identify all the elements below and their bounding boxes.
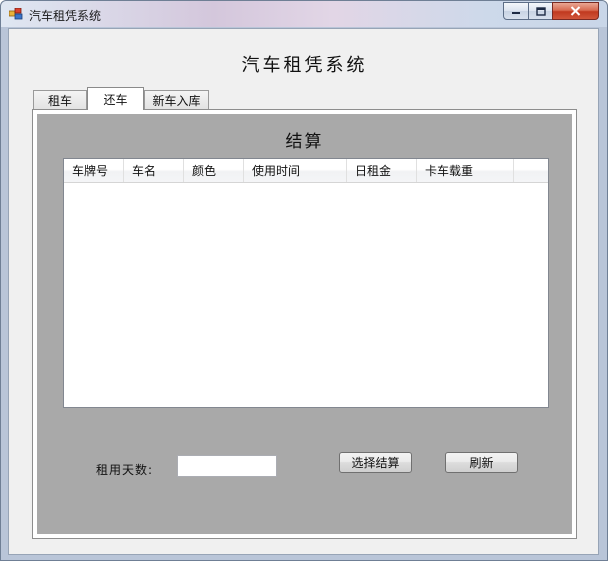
app-heading: 汽车租凭系统	[241, 55, 368, 76]
app-window: 汽车租凭系统 汽车租凭系统 租车 还车 新车入库 结算 车牌号 车名 颜色 使用…	[0, 0, 608, 561]
maximize-button[interactable]	[528, 2, 553, 20]
maximize-icon	[535, 6, 546, 16]
tab-return[interactable]: 还车	[87, 87, 144, 110]
select-settle-button[interactable]: 选择结算	[339, 452, 412, 473]
list-header: 车牌号 车名 颜色 使用时间 日租金 卡车载重	[64, 159, 548, 183]
column-header-plate[interactable]: 车牌号	[64, 159, 124, 182]
return-tab-page: 结算 车牌号 车名 颜色 使用时间 日租金 卡车载重 租用天数: 选择结算 刷新	[32, 109, 577, 539]
tab-label: 新车入库	[152, 94, 201, 108]
minimize-button[interactable]	[503, 2, 529, 20]
form-client-area: 汽车租凭系统 租车 还车 新车入库 结算 车牌号 车名 颜色 使用时间 日租金	[8, 28, 599, 555]
app-window-icon	[9, 8, 23, 20]
rental-days-label: 租用天数:	[96, 463, 154, 477]
tab-label: 租车	[47, 94, 72, 108]
column-header-color[interactable]: 颜色	[184, 159, 244, 182]
close-button[interactable]	[552, 2, 599, 20]
rental-days-input[interactable]	[177, 455, 277, 477]
settlement-title: 结算	[285, 132, 324, 152]
column-header-truck-load[interactable]: 卡车载重	[417, 159, 514, 182]
column-header-usage-time[interactable]: 使用时间	[244, 159, 347, 182]
column-header-daily-rent[interactable]: 日租金	[347, 159, 417, 182]
minimize-icon	[512, 12, 520, 14]
column-header-name[interactable]: 车名	[124, 159, 184, 182]
close-icon	[570, 6, 581, 16]
title-bar[interactable]: 汽车租凭系统	[1, 1, 607, 27]
tab-new-car[interactable]: 新车入库	[144, 90, 209, 110]
refresh-button[interactable]: 刷新	[445, 452, 518, 473]
car-list-view[interactable]: 车牌号 车名 颜色 使用时间 日租金 卡车载重	[63, 158, 549, 408]
tab-rent[interactable]: 租车	[33, 90, 87, 110]
tab-label: 还车	[103, 92, 128, 107]
settlement-panel: 结算 车牌号 车名 颜色 使用时间 日租金 卡车载重 租用天数: 选择结算 刷新	[37, 114, 572, 534]
window-title: 汽车租凭系统	[29, 9, 102, 23]
